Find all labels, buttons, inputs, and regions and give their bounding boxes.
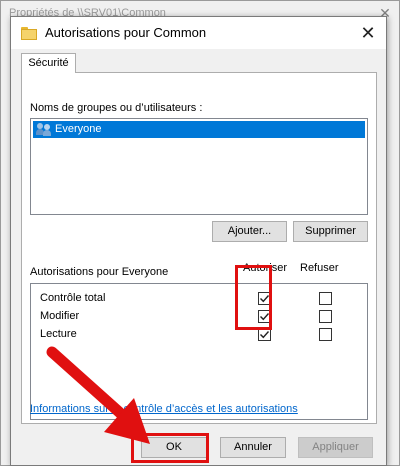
deny-column-header: Refuser <box>300 262 339 274</box>
permission-name: Contrôle total <box>40 292 106 304</box>
deny-checkbox-full-control[interactable] <box>319 292 332 305</box>
remove-button[interactable]: Supprimer <box>293 221 368 242</box>
groups-listbox[interactable]: Everyone <box>30 118 368 215</box>
add-button[interactable]: Ajouter... <box>212 221 287 242</box>
folder-icon <box>21 27 37 40</box>
deny-checkbox-modify[interactable] <box>319 310 332 323</box>
permission-row-modify: Modifier <box>31 307 367 325</box>
tab-security[interactable]: Sécurité <box>21 53 76 73</box>
ok-button[interactable]: OK <box>141 437 207 458</box>
permissions-label: Autorisations pour Everyone <box>30 266 169 278</box>
close-button[interactable]: ✕ <box>358 23 378 43</box>
permissions-list: Contrôle total Modifier Lecture <box>30 283 368 420</box>
allow-checkbox-modify[interactable] <box>258 310 271 323</box>
deny-checkbox-read[interactable] <box>319 328 332 341</box>
cancel-button[interactable]: Annuler <box>220 437 286 458</box>
dialog-title: Autorisations pour Common <box>45 25 207 40</box>
security-tab-panel: Noms de groupes ou d’utilisateurs : Ever… <box>21 72 377 424</box>
permission-row-read: Lecture <box>31 325 367 343</box>
dialog-titlebar: Autorisations pour Common ✕ <box>11 17 386 49</box>
allow-checkbox-full-control[interactable] <box>258 292 271 305</box>
users-icon <box>36 123 54 136</box>
permission-row-full-control: Contrôle total <box>31 289 367 307</box>
access-control-info-link[interactable]: Informations sur le contrôle d’accès et … <box>30 403 298 415</box>
permission-name: Modifier <box>40 310 80 322</box>
allow-column-header: Autoriser <box>243 262 288 274</box>
apply-button: Appliquer <box>298 437 373 458</box>
list-item-everyone[interactable]: Everyone <box>33 121 365 138</box>
groups-label: Noms de groupes ou d’utilisateurs : <box>30 102 203 114</box>
permission-name: Lecture <box>40 328 77 340</box>
group-name: Everyone <box>55 123 102 135</box>
allow-checkbox-read[interactable] <box>258 328 271 341</box>
permissions-dialog: Autorisations pour Common ✕ Sécurité Nom… <box>10 16 387 466</box>
